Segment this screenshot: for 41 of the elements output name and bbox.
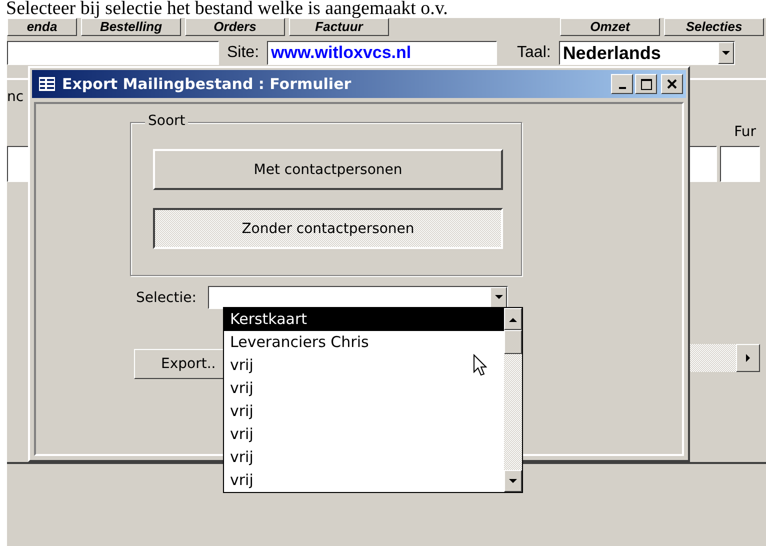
right-arrow-icon (746, 354, 750, 362)
language-label: Taal: (517, 44, 551, 62)
toolbar-button[interactable]: Orders (185, 18, 285, 36)
list-item[interactable]: Kerstkaart (224, 308, 504, 331)
site-field[interactable]: www.witloxvcs.nl (267, 41, 498, 65)
language-dropdown[interactable]: Nederlands (558, 41, 735, 65)
toolbar-button[interactable]: Omzet (560, 18, 660, 36)
form-icon (38, 76, 56, 92)
close-icon (667, 79, 677, 89)
pointer-cursor-icon (473, 354, 487, 376)
maximize-button[interactable] (635, 74, 657, 94)
scrollbar[interactable] (504, 308, 522, 492)
toolbar-button[interactable]: Selecties (664, 18, 764, 36)
scroll-right-button[interactable] (736, 344, 760, 372)
tab-label[interactable]: nc (7, 89, 24, 105)
input-field[interactable] (7, 41, 219, 65)
toggle-button[interactable]: Met contactpersonen (153, 149, 503, 190)
dropdown-button[interactable] (490, 287, 508, 308)
window-title: Export Mailingbestand : Formulier (62, 75, 352, 93)
toolbar-button[interactable]: Bestelling (81, 18, 181, 36)
instruction-text: Selecteer bij selectie het bestand welke is aangemaakt o.v. (5, 0, 449, 18)
scroll-down-button[interactable] (504, 470, 522, 492)
dropdown-arrow-icon (722, 50, 730, 56)
selection-label: Selectie: (136, 290, 196, 306)
scroll-thumb[interactable] (504, 330, 522, 354)
selection-dropdown[interactable] (208, 286, 508, 309)
input-field[interactable] (720, 146, 760, 182)
dropdown-arrow-icon (494, 295, 503, 300)
down-arrow-icon (509, 478, 517, 484)
close-button[interactable] (661, 74, 683, 94)
toolbar-button[interactable]: enda (7, 18, 77, 36)
minimize-icon (618, 87, 626, 89)
up-arrow-icon (509, 316, 517, 322)
toggle-button[interactable]: Zonder contactpersonen (153, 208, 503, 249)
maximize-icon (640, 78, 652, 90)
site-label: Site: (227, 44, 260, 62)
column-label: Fur (734, 124, 756, 142)
input-field[interactable] (7, 146, 29, 182)
toolbar-button[interactable]: Factuur (289, 18, 389, 36)
minimize-button[interactable] (611, 74, 633, 94)
scroll-up-button[interactable] (504, 308, 522, 330)
